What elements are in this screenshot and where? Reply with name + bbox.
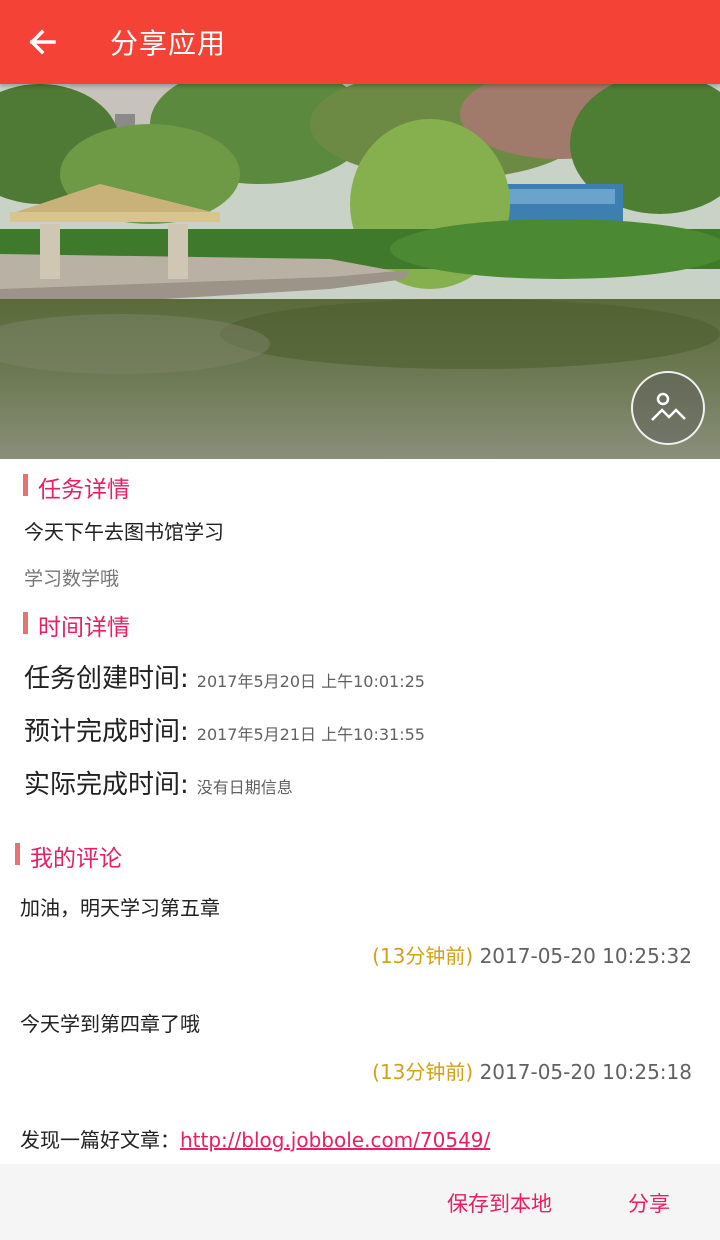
link-comment: 发现一篇好文章：http://blog.jobbole.com/70549/ — [20, 1124, 490, 1153]
page-title: 分享应用 — [110, 27, 227, 60]
created-time-row: 任务创建时间: 2017年5月20日 上午10:01:25 — [24, 658, 425, 695]
time-value: 没有日期信息 — [196, 778, 293, 797]
time-value: 2017年5月21日 上午10:31:55 — [196, 725, 425, 744]
comment-meta: (13分钟前) 2017-05-20 10:25:18 — [372, 1056, 692, 1085]
image-picker-icon — [651, 392, 686, 421]
time-label: 任务创建时间: — [24, 664, 189, 694]
time-label: 预计完成时间: — [24, 717, 189, 747]
task-section-title: 任务详情 — [38, 477, 130, 503]
back-button[interactable] — [18, 18, 66, 66]
time-section-title: 时间详情 — [38, 615, 130, 641]
comment-meta: (13分钟前) 2017-05-20 10:25:32 — [372, 940, 692, 969]
share-button[interactable]: 分享 — [628, 1188, 670, 1218]
section-marker — [15, 843, 20, 865]
save-local-button[interactable]: 保存到本地 — [447, 1188, 552, 1218]
article-link[interactable]: http://blog.jobbole.com/70549/ — [180, 1128, 490, 1152]
task-description: 学习数学哦 — [24, 568, 120, 590]
comment-ago: (13分钟前) — [372, 1060, 474, 1084]
comment-text: 加油，明天学习第五章 — [20, 896, 220, 920]
actual-time-row: 实际完成时间: 没有日期信息 — [24, 764, 293, 801]
section-marker — [23, 474, 28, 496]
task-image — [0, 84, 720, 459]
time-label: 实际完成时间: — [24, 770, 189, 800]
comment-ago: (13分钟前) — [372, 944, 474, 968]
comment-datetime: 2017-05-20 10:25:18 — [479, 1060, 692, 1084]
expected-time-row: 预计完成时间: 2017年5月21日 上午10:31:55 — [24, 711, 425, 748]
comment-datetime: 2017-05-20 10:25:32 — [479, 944, 692, 968]
comment-text: 今天学到第四章了哦 — [20, 1012, 200, 1036]
app-bar: 分享应用 — [0, 0, 720, 84]
section-marker — [23, 612, 28, 634]
task-title: 今天下午去图书馆学习 — [24, 520, 224, 544]
arrow-back-icon — [29, 29, 56, 55]
change-image-button[interactable] — [631, 371, 705, 445]
time-value: 2017年5月20日 上午10:01:25 — [196, 672, 425, 691]
comments-section-title: 我的评论 — [30, 846, 122, 872]
bottom-action-bar: 保存到本地 分享 — [0, 1164, 720, 1240]
link-comment-prefix: 发现一篇好文章： — [20, 1128, 180, 1152]
